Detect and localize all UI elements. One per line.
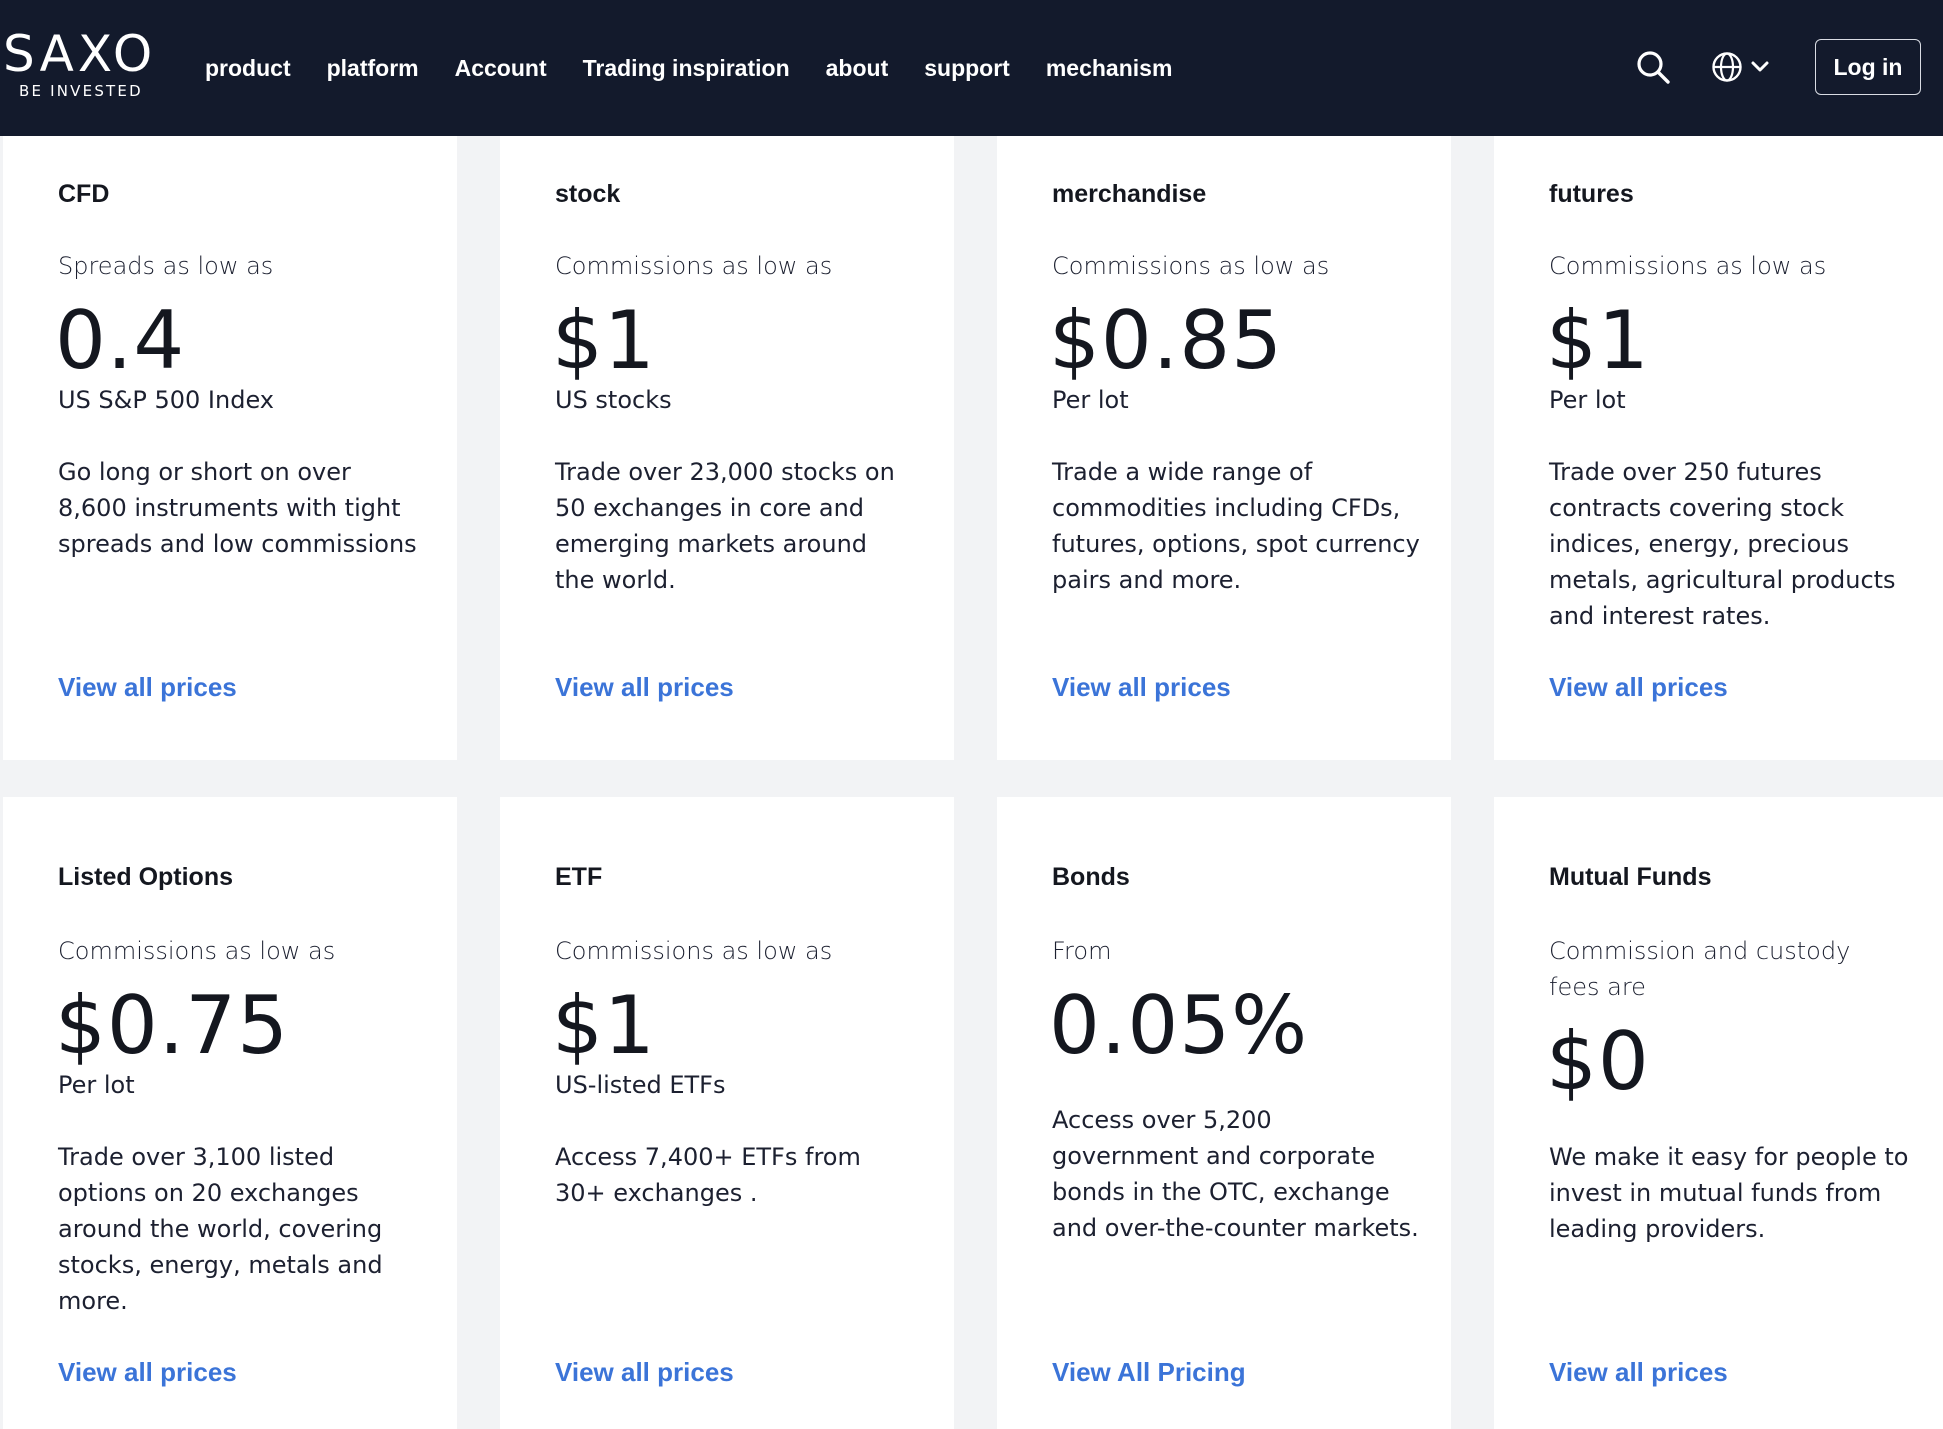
card-unit: Per lot — [1052, 386, 1129, 414]
card-intro: From — [1052, 937, 1112, 965]
card-title: CFD — [58, 180, 110, 208]
header-actions: Log in — [1631, 38, 1921, 96]
card-intro: Commissions as low as — [1052, 252, 1330, 280]
card-unit: US-listed ETFs — [555, 1071, 726, 1099]
product-card-futures: futures Commissions as low as $1 Per lot… — [1494, 136, 1943, 760]
logo-tagline: BE INVESTED — [19, 82, 143, 100]
nav-item-platform[interactable]: platform — [327, 55, 419, 82]
chevron-down-icon — [1751, 61, 1769, 72]
saxo-logo[interactable]: SAXO BE INVESTED — [3, 28, 155, 100]
nav-item-trading-inspiration[interactable]: Trading inspiration — [583, 55, 790, 82]
view-all-prices-link[interactable]: View all prices — [555, 1357, 734, 1388]
card-description: Trade a wide range of commodities includ… — [1052, 458, 1420, 594]
nav-item-account[interactable]: Account — [455, 55, 547, 82]
card-price: $1 — [1546, 294, 1650, 387]
product-card-stock: stock Commissions as low as $1 US stocks… — [500, 136, 954, 760]
card-title: futures — [1549, 180, 1634, 208]
card-intro: Commissions as low as — [555, 252, 833, 280]
card-intro: Commissions as low as — [1549, 252, 1827, 280]
card-description: Trade over 250 futures contracts coverin… — [1549, 458, 1896, 630]
card-unit: US S&P 500 Index — [58, 386, 274, 414]
card-price: 0.4 — [55, 294, 186, 387]
card-unit: Per lot — [1549, 386, 1626, 414]
card-price: $0.85 — [1049, 294, 1284, 387]
login-button[interactable]: Log in — [1815, 39, 1921, 95]
card-description: Go long or short on over 8,600 instrumen… — [58, 458, 417, 558]
card-price: $0.75 — [55, 979, 290, 1072]
search-button[interactable] — [1631, 45, 1675, 89]
product-card-merchandise: merchandise Commissions as low as $0.85 … — [997, 136, 1451, 760]
card-title: Mutual Funds — [1549, 863, 1712, 891]
card-price: $1 — [552, 979, 656, 1072]
globe-icon — [1712, 52, 1742, 82]
main-nav: product platform Account Trading inspira… — [205, 0, 1208, 136]
card-title: Bonds — [1052, 863, 1130, 891]
nav-item-support[interactable]: support — [924, 55, 1010, 82]
search-icon — [1637, 51, 1670, 84]
view-all-prices-link[interactable]: View all prices — [555, 672, 734, 703]
card-intro: Commission and custody fees are — [1549, 937, 1851, 1001]
language-selector[interactable] — [1711, 51, 1771, 83]
card-description: We make it easy for people to invest in … — [1549, 1143, 1909, 1243]
view-all-prices-link[interactable]: View all prices — [1052, 672, 1231, 703]
card-title: ETF — [555, 863, 603, 891]
product-card-bonds: Bonds From 0.05% Access over 5,200 gover… — [997, 797, 1451, 1429]
card-unit: Per lot — [58, 1071, 135, 1099]
top-navigation-bar: SAXO BE INVESTED product platform Accoun… — [0, 0, 1943, 136]
nav-item-product[interactable]: product — [205, 55, 291, 82]
card-intro: Commissions as low as — [555, 937, 833, 965]
card-description: Trade over 3,100 listed options on 20 ex… — [58, 1143, 383, 1315]
nav-item-mechanism[interactable]: mechanism — [1046, 55, 1173, 82]
view-all-pricing-link[interactable]: View All Pricing — [1052, 1357, 1246, 1388]
view-all-prices-link[interactable]: View all prices — [58, 672, 237, 703]
card-description: Access over 5,200 government and corpora… — [1052, 1106, 1419, 1242]
view-all-prices-link[interactable]: View all prices — [1549, 672, 1728, 703]
logo-wordmark: SAXO — [3, 25, 157, 83]
card-price: 0.05% — [1049, 979, 1309, 1072]
card-unit: US stocks — [555, 386, 672, 414]
card-title: Listed Options — [58, 863, 233, 891]
card-title: stock — [555, 180, 621, 208]
product-card-etf: ETF Commissions as low as $1 US-listed E… — [500, 797, 954, 1429]
card-description: Access 7,400+ ETFs from 30+ exchanges . — [555, 1143, 861, 1207]
nav-item-about[interactable]: about — [826, 55, 889, 82]
card-title: merchandise — [1052, 180, 1207, 208]
view-all-prices-link[interactable]: View all prices — [58, 1357, 237, 1388]
card-intro: Commissions as low as — [58, 937, 336, 965]
card-price: $0 — [1546, 1015, 1650, 1108]
card-price: $1 — [552, 294, 656, 387]
product-card-listed-options: Listed Options Commissions as low as $0.… — [3, 797, 457, 1429]
view-all-prices-link[interactable]: View all prices — [1549, 1357, 1728, 1388]
card-description: Trade over 23,000 stocks on 50 exchanges… — [555, 458, 895, 594]
card-intro: Spreads as low as — [58, 252, 274, 280]
product-card-cfd: CFD Spreads as low as 0.4 US S&P 500 Ind… — [3, 136, 457, 760]
product-card-mutual-funds: Mutual Funds Commission and custody fees… — [1494, 797, 1943, 1429]
